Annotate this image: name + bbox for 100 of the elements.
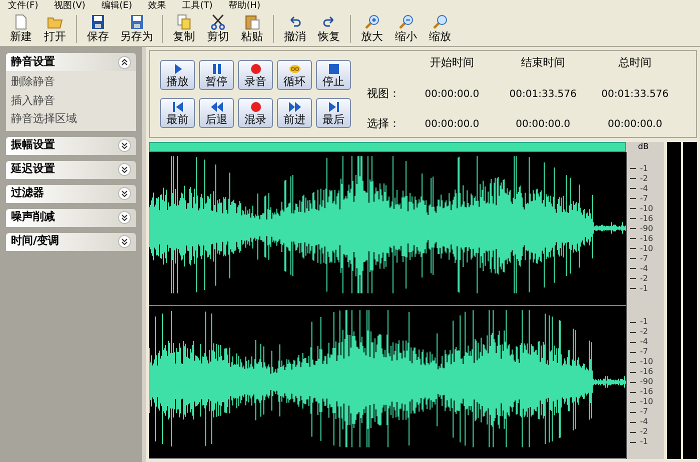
panel-header[interactable]: 振幅设置 <box>6 136 136 154</box>
zoom-in-icon <box>364 14 380 30</box>
tick-mark <box>630 362 636 363</box>
db-label: -10 <box>640 397 654 408</box>
panel-header[interactable]: 噪声削减 <box>6 208 136 226</box>
transport-button[interactable]: 停止 <box>316 60 351 90</box>
panel-item[interactable]: 删除静音 <box>11 74 131 90</box>
menu-item[interactable]: 文件(F) <box>8 0 38 10</box>
expand-chevron-icon <box>118 163 131 176</box>
tick-mark <box>630 228 636 230</box>
record-icon <box>250 100 262 112</box>
skip-forward-icon <box>328 100 340 112</box>
row-label: 视图： <box>367 86 401 102</box>
tick-mark <box>630 248 636 250</box>
panel-header[interactable]: 静音设置 <box>6 53 136 71</box>
expand-chevron-icon <box>118 139 131 152</box>
toolbar-button[interactable]: 剪切 <box>201 14 235 44</box>
blank-page-icon <box>13 14 29 30</box>
transport-button[interactable]: 循环 <box>277 60 312 90</box>
menu-item[interactable]: 工具(T) <box>182 0 213 10</box>
tick-mark <box>630 288 636 290</box>
time-value: 00:00:00.0 <box>514 118 572 132</box>
tick-mark <box>630 208 636 210</box>
panel-header[interactable]: 延迟设置 <box>6 160 136 178</box>
transport-button[interactable]: 混录 <box>238 98 273 128</box>
tick-mark <box>630 238 636 240</box>
panel-header[interactable]: 时间/变调 <box>6 232 136 250</box>
loop-icon <box>288 62 300 74</box>
column-header: 开始时间 <box>429 55 475 72</box>
tick-mark <box>630 168 636 170</box>
stop-icon <box>328 62 340 74</box>
db-label: -4 <box>640 184 648 194</box>
menu-item[interactable]: 帮助(H) <box>228 0 260 10</box>
db-label: -4 <box>640 417 648 428</box>
toolbar-button[interactable]: 恢复 <box>312 14 346 44</box>
toolbar-button[interactable]: 复制 <box>167 14 201 44</box>
toolbar-button[interactable]: 缩小 <box>389 14 423 44</box>
tick-mark <box>630 342 636 343</box>
tick-mark <box>630 442 636 443</box>
db-label: -2 <box>640 327 648 338</box>
rewind-icon <box>210 100 222 112</box>
toolbar-button[interactable]: 打开 <box>38 14 72 44</box>
toolbar-button[interactable]: 另存为 <box>115 14 158 44</box>
pause-icon <box>210 62 222 74</box>
db-label: -90 <box>640 377 654 388</box>
db-label: -10 <box>640 204 654 214</box>
tick-mark <box>630 382 636 383</box>
toolbar-button[interactable]: 新建 <box>4 14 38 44</box>
transport-button[interactable]: 前进 <box>277 98 312 128</box>
menu-item[interactable]: 编辑(E) <box>101 0 132 10</box>
tick-mark <box>630 352 636 353</box>
toolbar-button[interactable]: 保存 <box>81 14 115 44</box>
menu-item[interactable]: 效果 <box>148 0 166 10</box>
tick-mark <box>630 258 636 260</box>
time-value: 00:01:33.576 <box>600 88 670 102</box>
db-label: -7 <box>640 407 648 418</box>
db-label: -16 <box>640 367 654 378</box>
panel-header[interactable]: 过滤器 <box>6 184 136 202</box>
skip-back-icon <box>172 100 184 112</box>
time-value: 00:00:00.0 <box>424 118 480 132</box>
toolbar-button[interactable]: 粘贴 <box>235 14 269 44</box>
db-label: -16 <box>640 214 654 224</box>
tick-mark <box>630 432 636 433</box>
panel-item[interactable]: 静音选择区域 <box>11 111 131 128</box>
toolbar-button[interactable]: 缩放 <box>423 14 457 44</box>
clipboard-icon <box>244 14 260 30</box>
db-unit-label: dB <box>626 142 664 152</box>
fast-forward-icon <box>288 100 300 112</box>
tick-mark <box>630 278 636 280</box>
db-label: -2 <box>640 274 648 284</box>
tick-mark <box>630 412 636 413</box>
tick-mark <box>630 268 636 270</box>
tick-mark <box>630 372 636 373</box>
expand-chevron-icon <box>118 235 131 248</box>
toolbar-button[interactable]: 放大 <box>355 14 389 44</box>
db-label: -90 <box>640 224 654 234</box>
db-label: -10 <box>640 357 654 368</box>
db-label: -2 <box>640 174 648 184</box>
transport-button[interactable]: 播放 <box>160 60 195 90</box>
db-label: -1 <box>640 317 648 328</box>
menu-item[interactable]: 视图(V) <box>54 0 86 10</box>
db-label: -7 <box>640 347 648 358</box>
transport-button[interactable]: 最前 <box>160 98 195 128</box>
db-label: -4 <box>640 337 648 348</box>
db-label: -1 <box>640 164 648 174</box>
column-header: 结束时间 <box>520 55 566 72</box>
time-value: 00:00:00.0 <box>606 118 664 132</box>
transport-button[interactable]: 后退 <box>199 98 234 128</box>
transport-button[interactable]: 录音 <box>238 60 273 90</box>
row-label: 选择： <box>367 116 401 132</box>
tick-mark <box>630 402 636 403</box>
transport-button[interactable]: 暂停 <box>199 60 234 90</box>
db-label: -4 <box>640 264 648 274</box>
tick-mark <box>630 218 636 220</box>
toolbar-button[interactable]: 撤消 <box>278 14 312 44</box>
panel-item[interactable]: 插入静音 <box>11 92 131 109</box>
transport-button[interactable]: 最后 <box>316 98 351 128</box>
tick-mark <box>630 188 636 190</box>
tick-mark <box>630 392 636 393</box>
expand-chevron-icon <box>118 211 131 224</box>
